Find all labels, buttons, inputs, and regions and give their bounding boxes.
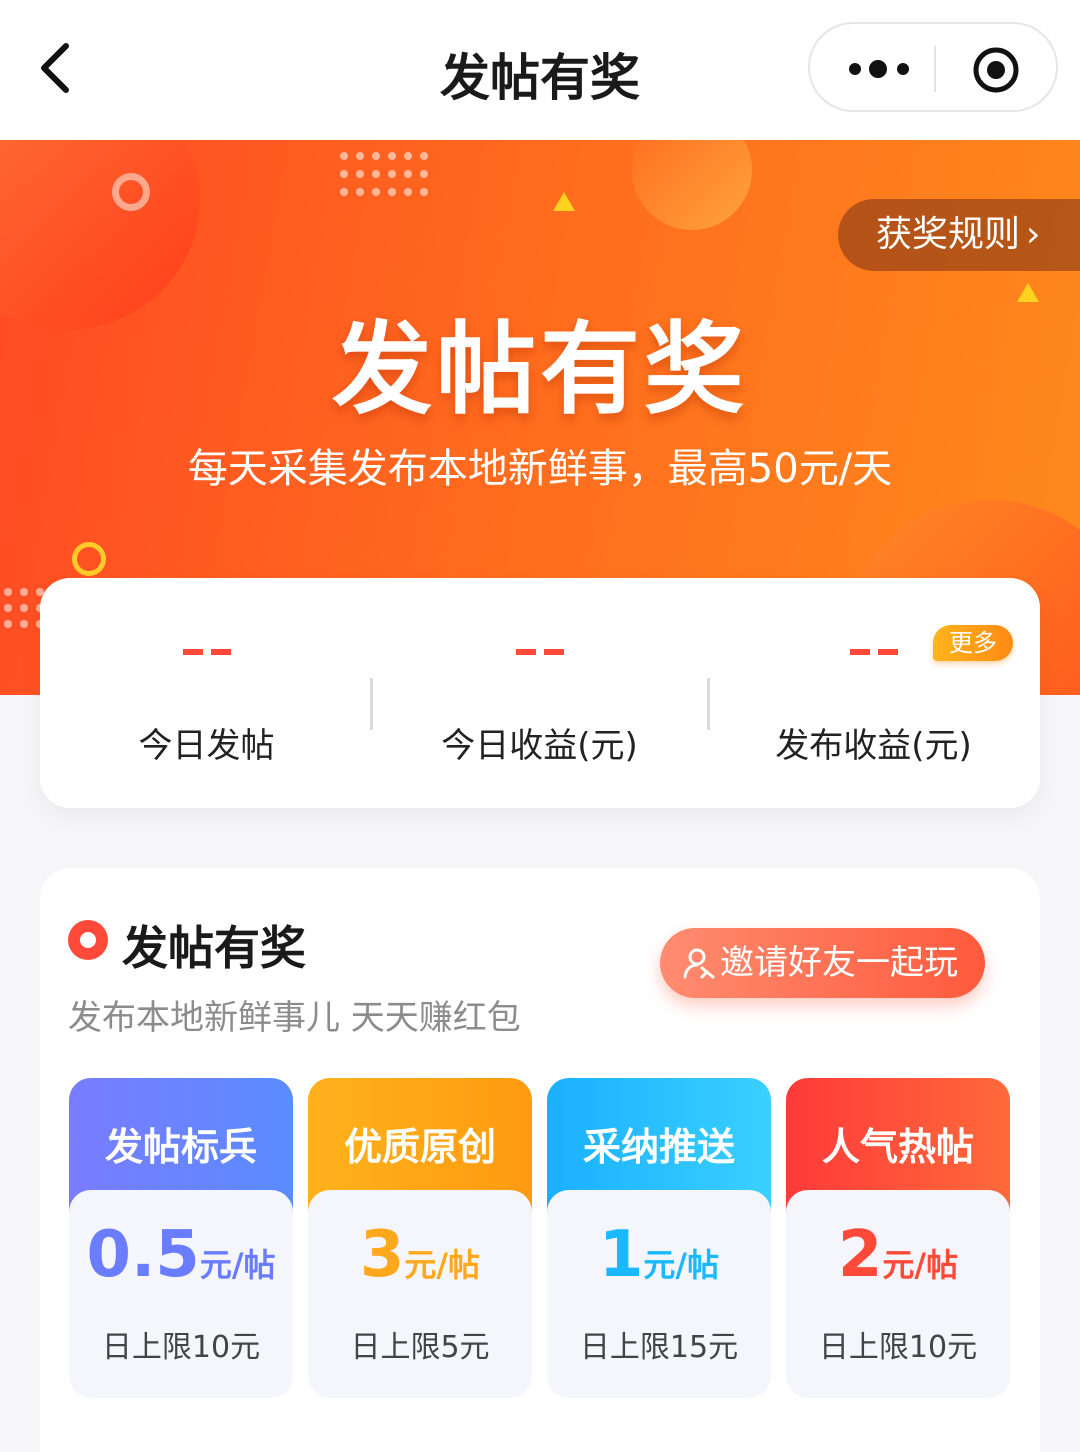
banner-title: 发帖有奖 — [332, 311, 748, 428]
stat-label: 今日收益(元) — [441, 726, 638, 766]
reward-card-hot-post[interactable]: 人气热帖 2元/帖 日上限10元 — [786, 1078, 1010, 1398]
reward-limit: 日上限10元 — [818, 1330, 978, 1365]
section-subtitle: 发布本地新鲜事儿 天天赚红包 — [68, 998, 521, 1038]
invite-user-icon — [683, 948, 715, 979]
stats-card: 今日发帖 今日收益(元) 发布收益(元) 更多 — [40, 578, 1040, 808]
decor-triangle — [553, 192, 575, 211]
chevron-right-icon: › — [1026, 214, 1041, 255]
decor-ring — [72, 542, 106, 576]
stat-today-earnings[interactable]: 今日收益(元) — [373, 578, 706, 808]
capsule-divider — [934, 46, 936, 92]
stat-label: 发布收益(元) — [775, 726, 972, 766]
decor-ring — [112, 173, 150, 211]
reward-body: 0.5元/帖 日上限10元 — [69, 1190, 293, 1398]
section-dot-icon — [68, 920, 108, 960]
award-rules-label: 获奖规则 — [876, 214, 1021, 255]
post-reward-section: 发帖有奖 发布本地新鲜事儿 天天赚红包 邀请好友一起玩 发帖标兵 0.5元/帖 … — [40, 868, 1040, 1452]
stat-post-earnings[interactable]: 发布收益(元) — [707, 578, 1040, 808]
mini-program-capsule — [808, 22, 1058, 112]
reward-card-post-star[interactable]: 发帖标兵 0.5元/帖 日上限10元 — [69, 1078, 293, 1398]
reward-card-original[interactable]: 优质原创 3元/帖 日上限5元 — [308, 1078, 532, 1398]
reward-price: 1元/帖 — [598, 1218, 720, 1292]
reward-limit: 日上限15元 — [579, 1330, 739, 1365]
more-badge[interactable]: 更多 — [933, 625, 1013, 661]
banner-subtitle: 每天采集发布本地新鲜事，最高50元/天 — [187, 446, 893, 492]
section-title: 发帖有奖 — [122, 921, 306, 975]
reward-limit: 日上限5元 — [350, 1330, 490, 1365]
reward-price: 2元/帖 — [837, 1218, 959, 1292]
reward-body: 2元/帖 日上限10元 — [786, 1190, 1010, 1398]
close-target-icon[interactable] — [972, 46, 1020, 94]
stat-label: 今日发帖 — [138, 726, 275, 766]
top-nav-bar: 发帖有奖 — [0, 0, 1080, 140]
stat-value — [40, 640, 373, 660]
decor-circle — [632, 140, 752, 230]
invite-label: 邀请好友一起玩 — [720, 943, 958, 983]
more-dots-icon[interactable] — [846, 52, 916, 86]
reward-body: 1元/帖 日上限15元 — [547, 1190, 771, 1398]
stat-today-posts[interactable]: 今日发帖 — [40, 578, 373, 808]
reward-price: 0.5元/帖 — [86, 1218, 276, 1292]
reward-body: 3元/帖 日上限5元 — [308, 1190, 532, 1398]
reward-price: 3元/帖 — [359, 1218, 481, 1292]
reward-card-adopted[interactable]: 采纳推送 1元/帖 日上限15元 — [547, 1078, 771, 1398]
invite-friends-button[interactable]: 邀请好友一起玩 — [660, 928, 985, 998]
reward-limit: 日上限10元 — [101, 1330, 261, 1365]
stat-value — [373, 640, 706, 660]
award-rules-button[interactable]: 获奖规则 › — [838, 199, 1080, 271]
